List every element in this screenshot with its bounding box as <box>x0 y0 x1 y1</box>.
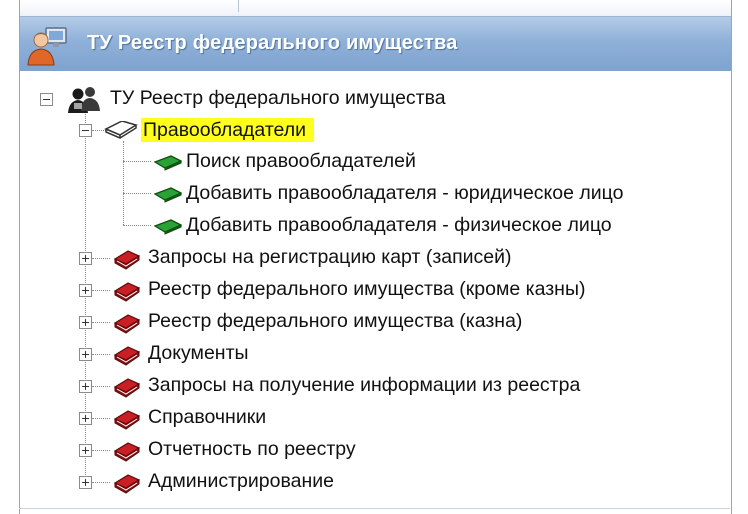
tree-leaf-add-individual[interactable]: Добавить правообладателя - физическое ли… <box>150 212 680 242</box>
tree-node-group-1[interactable]: Запросы на регистрацию карт (записей) <box>74 244 654 274</box>
red-book-icon <box>113 314 141 334</box>
tree-node-group-2[interactable]: Реестр федерального имущества (кроме каз… <box>74 276 654 306</box>
expand-toggle[interactable] <box>79 380 92 393</box>
tree-node-label: Справочники <box>148 406 267 428</box>
tree-node-group-7[interactable]: Отчетность по реестру <box>74 436 654 466</box>
tree-connector <box>123 141 124 225</box>
expand-toggle[interactable] <box>79 348 92 361</box>
expand-toggle[interactable] <box>79 476 92 489</box>
tree-connector <box>123 161 151 162</box>
window-bottom-border <box>19 508 730 509</box>
green-arrow-icon <box>154 155 182 171</box>
tree-node-label: Правообладатели <box>141 118 315 142</box>
tree-node-group-8[interactable]: Администрирование <box>74 468 654 498</box>
green-arrow-icon <box>154 219 182 235</box>
collapse-toggle[interactable] <box>40 93 53 106</box>
tree-node-label: Документы <box>148 342 249 364</box>
tree-leaf-label: Поиск правообладателей <box>186 150 416 172</box>
tree-node-root[interactable]: ТУ Реестр федерального имущества <box>36 85 506 115</box>
expand-toggle[interactable] <box>79 444 92 457</box>
tree-leaf-search-rightholders[interactable]: Поиск правообладателей <box>150 148 480 178</box>
window-top-strip <box>20 0 731 16</box>
tree-node-rightholders[interactable]: Правообладатели <box>74 116 364 146</box>
tree-node-label: Отчетность по реестру <box>148 438 356 460</box>
red-book-icon <box>113 346 141 366</box>
red-book-icon <box>113 378 141 398</box>
tree-node-label: Запросы на регистрацию карт (записей) <box>148 246 512 268</box>
expand-toggle[interactable] <box>79 412 92 425</box>
tree-node-label: Запросы на получение информации из реест… <box>148 374 581 396</box>
red-book-icon <box>113 250 141 270</box>
tree-node-label: ТУ Реестр федерального имущества <box>110 87 446 109</box>
users-computer-icon <box>27 27 67 66</box>
users-group-icon <box>68 87 100 113</box>
tree-node-label: Реестр федерального имущества (кроме каз… <box>148 278 586 300</box>
green-arrow-icon <box>154 187 182 203</box>
open-book-icon <box>104 121 138 139</box>
tree-connector <box>123 193 151 194</box>
tree-leaf-label: Добавить правообладателя - юридическое л… <box>186 182 624 204</box>
expand-toggle[interactable] <box>79 316 92 329</box>
tree-node-group-4[interactable]: Документы <box>74 340 654 370</box>
tree-connector <box>123 225 151 226</box>
expand-toggle[interactable] <box>79 252 92 265</box>
red-book-icon <box>113 282 141 302</box>
collapse-toggle[interactable] <box>79 124 92 137</box>
tree-leaf-add-legal-entity[interactable]: Добавить правообладателя - юридическое л… <box>150 180 690 210</box>
tree-node-group-3[interactable]: Реестр федерального имущества (казна) <box>74 308 654 338</box>
red-book-icon <box>113 474 141 494</box>
tree-node-label: Реестр федерального имущества (казна) <box>148 310 523 332</box>
window-title: ТУ Реестр федерального имущества <box>87 32 458 54</box>
red-book-icon <box>113 410 141 430</box>
expand-toggle[interactable] <box>79 284 92 297</box>
tree-node-label: Администрирование <box>148 470 334 492</box>
tree-leaf-label: Добавить правообладателя - физическое ли… <box>186 214 612 236</box>
tree-node-group-5[interactable]: Запросы на получение информации из реест… <box>74 372 654 402</box>
window-header: ТУ Реестр федерального имущества <box>20 16 731 72</box>
red-book-icon <box>113 442 141 462</box>
tree-node-group-6[interactable]: Справочники <box>74 404 654 434</box>
